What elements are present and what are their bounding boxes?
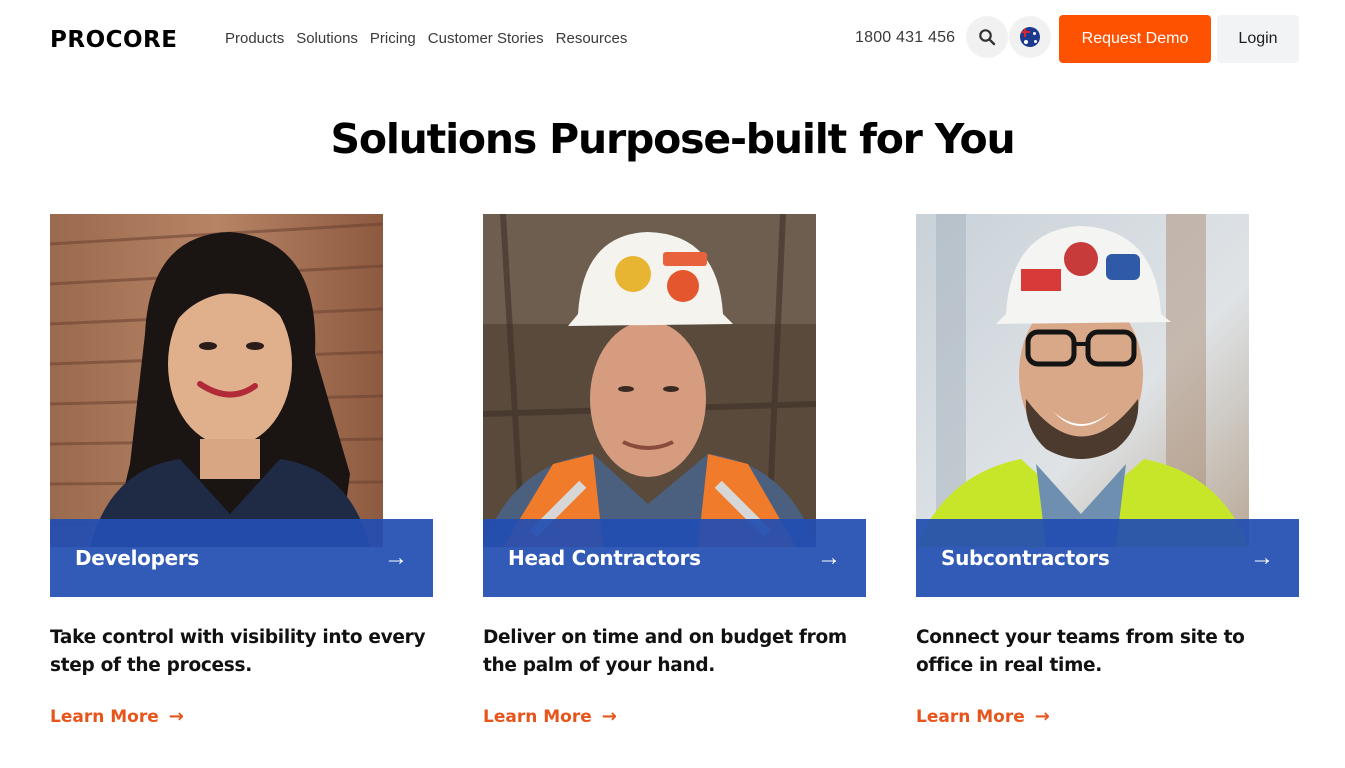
arrow-right-icon: → <box>1034 706 1050 727</box>
learn-more-link[interactable]: Learn More → <box>483 706 617 727</box>
arrow-right-icon: → <box>601 706 617 727</box>
learn-more-label: Learn More <box>916 706 1025 727</box>
learn-more-link[interactable]: Learn More → <box>916 706 1050 727</box>
card-description: Deliver on time and on budget from the p… <box>483 627 847 676</box>
contractor-hardhat-photo <box>483 214 816 547</box>
main-nav: Products Solutions Pricing Customer Stor… <box>225 30 627 47</box>
card-title: Subcontractors <box>941 546 1110 570</box>
region-selector-button[interactable] <box>1009 16 1051 58</box>
arrow-right-icon: → <box>817 544 841 571</box>
solution-card-subcontractors: Subcontractors → Connect your teams from… <box>916 214 1299 734</box>
arrow-right-icon: → <box>384 544 408 571</box>
card-title: Head Contractors <box>508 546 701 570</box>
login-button[interactable]: Login <box>1217 15 1299 63</box>
procore-logo[interactable]: PROCORE <box>50 27 178 53</box>
developers-banner-link[interactable]: Developers → <box>50 519 433 597</box>
learn-more-label: Learn More <box>50 706 159 727</box>
arrow-right-icon: → <box>1250 544 1274 571</box>
nav-pricing[interactable]: Pricing <box>370 30 416 47</box>
arrow-right-icon: → <box>168 706 184 727</box>
solution-card-head-contractors: Head Contractors → Deliver on time and o… <box>483 214 866 734</box>
card-description: Take control with visibility into every … <box>50 627 426 676</box>
woman-portrait-photo <box>50 214 383 547</box>
nav-customer-stories[interactable]: Customer Stories <box>428 30 544 47</box>
section-heading: Solutions Purpose-built for You <box>330 115 1016 163</box>
australia-flag-icon <box>1020 27 1040 47</box>
request-demo-button[interactable]: Request Demo <box>1059 15 1211 63</box>
card-description: Connect your teams from site to office i… <box>916 627 1245 676</box>
nav-products[interactable]: Products <box>225 30 284 47</box>
head-contractors-banner-link[interactable]: Head Contractors → <box>483 519 866 597</box>
learn-more-link[interactable]: Learn More → <box>50 706 184 727</box>
site-header: PROCORE Products Solutions Pricing Custo… <box>0 0 1345 80</box>
learn-more-label: Learn More <box>483 706 592 727</box>
logo-text: PROCORE <box>50 27 178 53</box>
nav-solutions[interactable]: Solutions <box>296 30 358 47</box>
search-icon <box>979 29 996 46</box>
subcontractors-banner-link[interactable]: Subcontractors → <box>916 519 1299 597</box>
worker-glasses-photo <box>916 214 1249 547</box>
nav-resources[interactable]: Resources <box>556 30 628 47</box>
phone-number[interactable]: 1800 431 456 <box>855 29 955 47</box>
solution-card-developers: Developers → Take control with visibilit… <box>50 214 433 734</box>
search-button[interactable] <box>966 16 1008 58</box>
card-title: Developers <box>75 546 200 570</box>
